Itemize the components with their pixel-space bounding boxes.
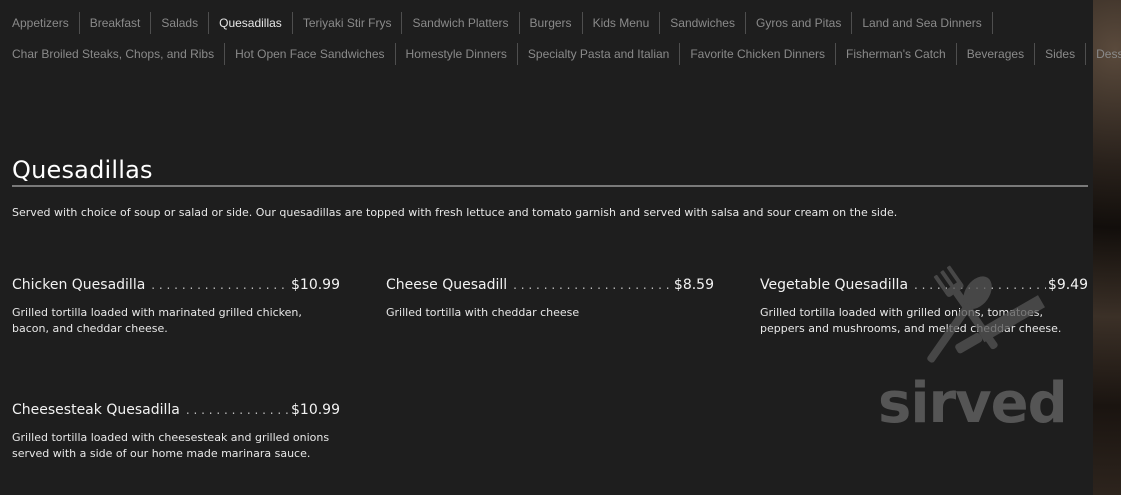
nav-item-kids-menu[interactable]: Kids Menu: [583, 12, 661, 34]
nav-item-land-and-sea-dinners[interactable]: Land and Sea Dinners: [852, 12, 993, 34]
nav-item-burgers[interactable]: Burgers: [520, 12, 583, 34]
nav-item-breakfast[interactable]: Breakfast: [80, 12, 152, 34]
nav-item-teriyaki-stir-frys[interactable]: Teriyaki Stir Frys: [293, 12, 403, 34]
menu-item-description: Grilled tortilla loaded with grilled oni…: [760, 306, 1062, 335]
menu-item-dot-leader: [513, 278, 672, 292]
nav-item-specialty-pasta[interactable]: Specialty Pasta and Italian: [518, 43, 681, 65]
menu-item-name: Cheese Quesadill: [386, 277, 508, 293]
menu-item: Chicken Quesadilla $10.99 Grilled tortil…: [12, 277, 340, 337]
menu-item-description: Grilled tortilla loaded with cheesesteak…: [12, 431, 330, 460]
nav-item-appetizers[interactable]: Appetizers: [0, 12, 80, 34]
menu-item: Cheese Quesadill $8.59 Grilled tortilla …: [386, 277, 714, 321]
nav-item-salads[interactable]: Salads: [151, 12, 210, 34]
section-divider: [12, 185, 1088, 187]
menu-item-dot-leader: [151, 278, 289, 292]
nav-item-hot-open-face-sandwiches[interactable]: Hot Open Face Sandwiches: [225, 43, 396, 65]
menu-item-price: $10.99: [291, 402, 340, 418]
nav-item-sandwiches[interactable]: Sandwiches: [660, 12, 746, 34]
nav-item-sides[interactable]: Sides: [1035, 43, 1087, 65]
menu-item: Vegetable Quesadilla $9.49 Grilled torti…: [760, 277, 1088, 337]
nav-item-char-broiled-steaks[interactable]: Char Broiled Steaks, Chops, and Ribs: [0, 43, 226, 65]
watermark-text: sirved: [878, 371, 1067, 432]
menu-item: Cheesesteak Quesadilla $10.99 Grilled to…: [12, 402, 340, 462]
menu-item-price: $9.49: [1047, 277, 1088, 293]
nav-item-quesadillas[interactable]: Quesadillas: [209, 12, 293, 34]
nav-item-homestyle-dinners[interactable]: Homestyle Dinners: [396, 43, 518, 65]
menu-item-price: $8.59: [673, 277, 714, 293]
nav-item-desserts[interactable]: Desserts: [1086, 43, 1121, 65]
menu-panel: Appetizers Breakfast Salads Quesadillas …: [0, 0, 1121, 495]
nav-item-beverages[interactable]: Beverages: [957, 43, 1036, 65]
section-description: Served with choice of soup or salad or s…: [12, 206, 898, 219]
nav-item-favorite-chicken-dinners[interactable]: Favorite Chicken Dinners: [680, 43, 837, 65]
menu-item-description: Grilled tortilla loaded with marinated g…: [12, 306, 302, 335]
menu-item-price: $10.99: [291, 277, 340, 293]
menu-item-name: Vegetable Quesadilla: [760, 277, 909, 293]
nav-item-sandwich-platters[interactable]: Sandwich Platters: [402, 12, 520, 34]
nav-item-fishermans-catch[interactable]: Fisherman's Catch: [836, 43, 957, 65]
menu-item-dot-leader: [186, 403, 289, 417]
category-nav-row-1: Appetizers Breakfast Salads Quesadillas …: [0, 10, 993, 36]
section-title: Quesadillas: [12, 156, 153, 185]
background-photo-right: [1093, 0, 1121, 495]
nav-item-gyros-and-pitas[interactable]: Gyros and Pitas: [746, 12, 853, 34]
menu-item-name: Cheesesteak Quesadilla: [12, 402, 180, 418]
menu-item-dot-leader: [914, 278, 1046, 292]
category-nav-row-2: Char Broiled Steaks, Chops, and Ribs Hot…: [0, 41, 1121, 67]
menu-item-name: Chicken Quesadilla: [12, 277, 146, 293]
menu-item-description: Grilled tortilla with cheddar cheese: [386, 306, 580, 319]
